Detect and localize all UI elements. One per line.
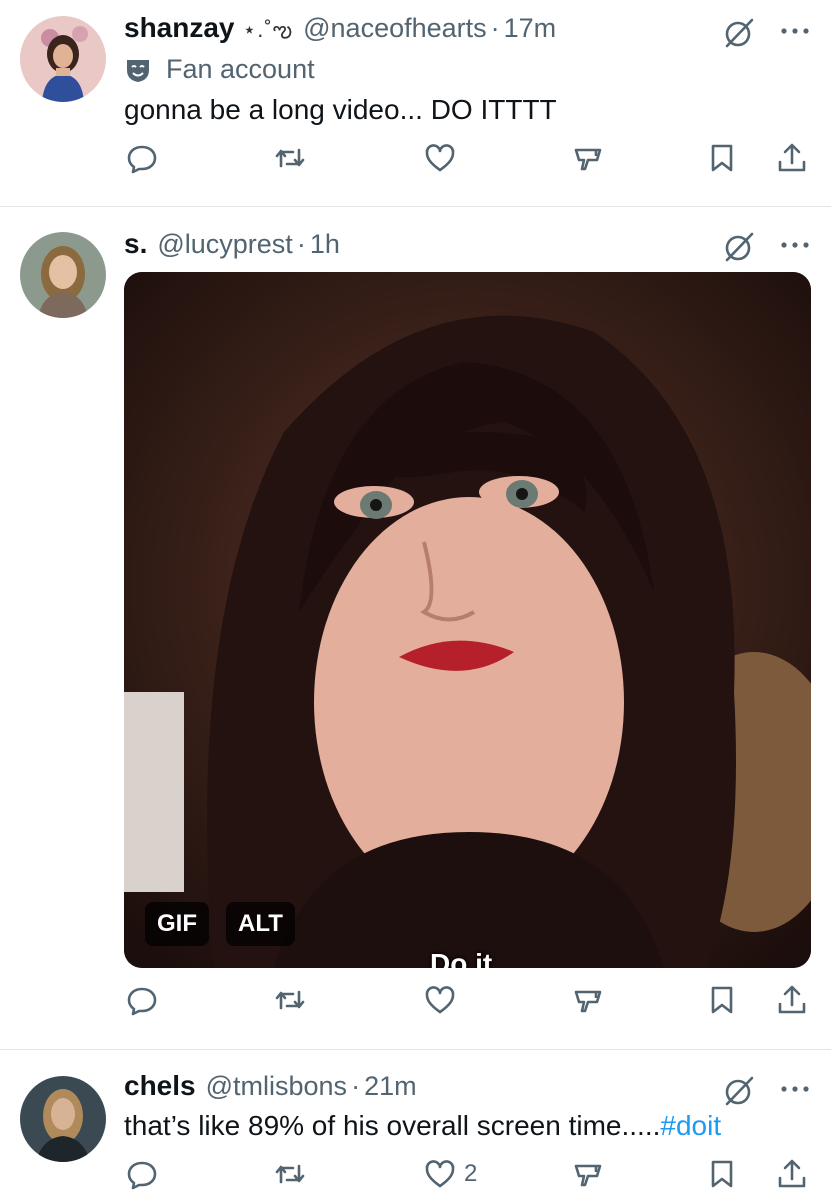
- like-button[interactable]: [424, 140, 464, 176]
- share-button[interactable]: [776, 140, 808, 176]
- reply-icon: [127, 1161, 157, 1190]
- separator-dot: ·: [351, 1071, 361, 1101]
- user-handle[interactable]: @tmlisbons: [206, 1071, 347, 1102]
- separator-dot: ·: [490, 13, 500, 43]
- reply-icon: [127, 987, 157, 1016]
- tweet-header: chels @tmlisbons · 21m: [124, 1070, 417, 1102]
- timestamp[interactable]: 1h: [310, 229, 340, 260]
- bookmark-icon: [711, 1160, 733, 1188]
- like-count: 2: [464, 1160, 478, 1187]
- gif-caption: Do it: [430, 948, 493, 968]
- display-name[interactable]: shanzay: [124, 12, 235, 44]
- bookmark-icon: [711, 144, 733, 172]
- retweet-button[interactable]: [274, 982, 306, 1018]
- views-icon: [574, 148, 602, 171]
- views-button[interactable]: [572, 982, 604, 1018]
- display-name[interactable]: chels: [124, 1070, 196, 1102]
- share-button[interactable]: [776, 982, 808, 1018]
- display-name[interactable]: s.: [124, 228, 147, 260]
- views-button[interactable]: [572, 1156, 604, 1192]
- bookmark-button[interactable]: [706, 1156, 738, 1192]
- like-icon: [425, 986, 455, 1014]
- avatar[interactable]: [20, 232, 106, 318]
- retweet-icon: [275, 990, 305, 1010]
- retweet-button[interactable]: [274, 140, 306, 176]
- tweet-header: s. @lucyprest · 1h: [124, 228, 340, 260]
- bookmark-icon: [711, 986, 733, 1014]
- timestamp[interactable]: 21m: [364, 1071, 417, 1102]
- grok-icon[interactable]: [722, 1074, 756, 1108]
- reply-icon: [127, 145, 157, 174]
- retweet-icon: [275, 1164, 305, 1184]
- fan-account-text: Fan account: [166, 54, 315, 84]
- action-bar: 2: [0, 1156, 831, 1196]
- fan-account-label: Fan account: [124, 54, 315, 85]
- alt-badge[interactable]: ALT: [226, 902, 295, 946]
- like-icon: [425, 144, 455, 172]
- more-icon[interactable]: [780, 1084, 810, 1094]
- share-icon: [778, 143, 806, 172]
- retweet-icon: [275, 148, 305, 168]
- tweet-1[interactable]: shanzay ⋆.˚ఌ @naceofhearts · 17m Fan acc…: [0, 0, 831, 206]
- grok-icon[interactable]: [722, 230, 756, 264]
- share-icon: [778, 1159, 806, 1188]
- name-decoration: ⋆.˚ఌ: [242, 17, 294, 42]
- user-handle[interactable]: @naceofhearts: [303, 13, 487, 44]
- gif-media[interactable]: Do it: [124, 272, 811, 968]
- views-button[interactable]: [572, 140, 604, 176]
- tweet-body: that’s like 89% of his overall screen ti…: [124, 1110, 661, 1141]
- like-icon: [425, 1160, 455, 1188]
- reply-button[interactable]: [126, 140, 158, 176]
- reply-button[interactable]: [126, 982, 158, 1018]
- more-icon[interactable]: [780, 240, 810, 250]
- bookmark-button[interactable]: [706, 982, 738, 1018]
- timestamp[interactable]: 17m: [504, 13, 557, 44]
- action-bar: [0, 982, 831, 1022]
- gif-image: [124, 272, 811, 968]
- share-button[interactable]: [776, 1156, 808, 1192]
- gif-badge: GIF: [145, 902, 209, 946]
- avatar[interactable]: [20, 1076, 106, 1162]
- retweet-button[interactable]: [274, 1156, 306, 1192]
- reply-button[interactable]: [126, 1156, 158, 1192]
- hashtag-link[interactable]: #doit: [660, 1110, 721, 1141]
- bookmark-button[interactable]: [706, 140, 738, 176]
- avatar[interactable]: [20, 16, 106, 102]
- tweet-text: that’s like 89% of his overall screen ti…: [124, 1110, 721, 1142]
- separator-dot: ·: [296, 229, 306, 259]
- grok-icon[interactable]: [722, 16, 756, 50]
- tweet-text: gonna be a long video... DO ITTTT: [124, 94, 557, 125]
- views-icon: [574, 1164, 602, 1187]
- action-bar: [0, 140, 831, 180]
- more-icon[interactable]: [780, 26, 810, 36]
- like-button[interactable]: 2: [424, 1156, 477, 1192]
- views-icon: [574, 990, 602, 1013]
- like-button[interactable]: [424, 982, 464, 1018]
- fan-mask-icon: [127, 59, 149, 82]
- tweet-header: shanzay ⋆.˚ఌ @naceofhearts · 17m: [124, 12, 556, 48]
- user-handle[interactable]: @lucyprest: [157, 229, 292, 260]
- share-icon: [778, 985, 806, 1014]
